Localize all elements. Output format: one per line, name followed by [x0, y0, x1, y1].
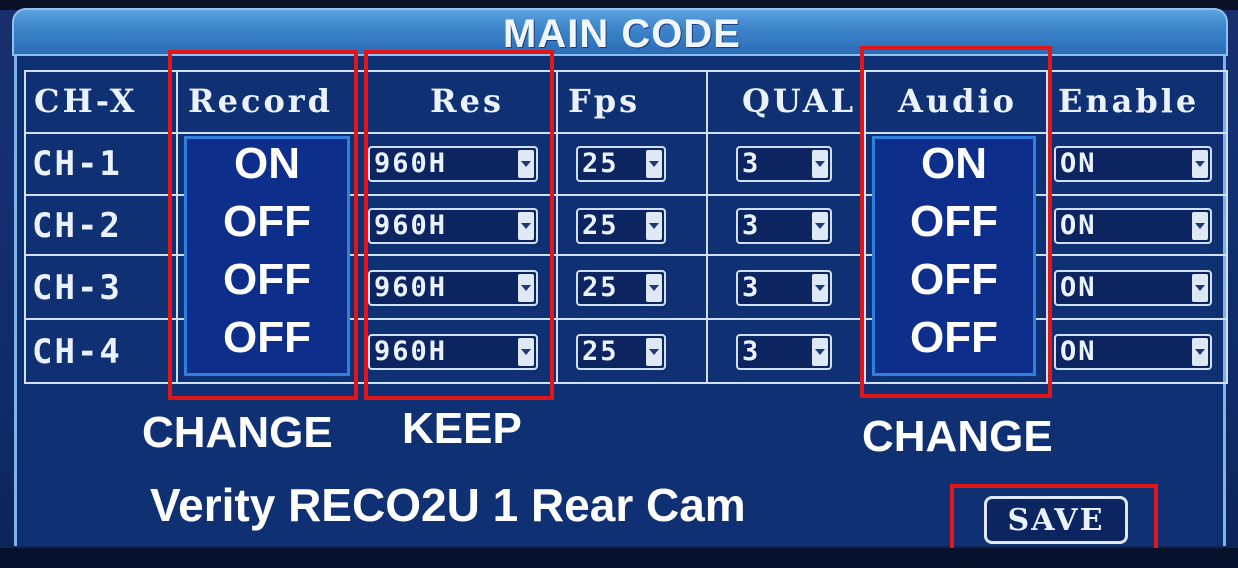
enable-dropdown[interactable]: ON [1054, 208, 1212, 244]
chevron-down-icon [646, 274, 662, 302]
qual-dropdown[interactable]: 3 [736, 208, 832, 244]
channel-label: CH-2 [32, 206, 122, 246]
save-button[interactable]: SAVE [984, 496, 1128, 544]
enable-dropdown[interactable]: ON [1054, 334, 1212, 370]
qual-value: 3 [742, 148, 761, 179]
grid-line [1226, 70, 1228, 384]
column-header-channel: CH-X [34, 82, 138, 120]
chevron-down-icon [812, 338, 828, 366]
chevron-down-icon [812, 150, 828, 178]
record-highlight-box [168, 50, 358, 400]
res-highlight-box [364, 50, 554, 400]
dvr-screen: MAIN CODE CH-X Record Res Fps QUAL Audio… [0, 0, 1238, 568]
chevron-down-icon [646, 150, 662, 178]
qual-dropdown[interactable]: 3 [736, 146, 832, 182]
fps-dropdown[interactable]: 25 [576, 334, 666, 370]
column-header-qual: QUAL [742, 82, 857, 120]
chevron-down-icon [1192, 150, 1208, 178]
fps-value: 25 [582, 272, 619, 303]
column-header-fps: Fps [568, 82, 641, 120]
enable-value: ON [1060, 272, 1097, 303]
enable-value: ON [1060, 336, 1097, 367]
channel-label: CH-4 [32, 332, 122, 372]
fps-dropdown[interactable]: 25 [576, 270, 666, 306]
monitor-bezel-bottom [0, 548, 1238, 568]
enable-value: ON [1060, 148, 1097, 179]
channel-label: CH-3 [32, 268, 122, 308]
audio-change-note: CHANGE [862, 412, 1053, 461]
chevron-down-icon [812, 274, 828, 302]
enable-dropdown[interactable]: ON [1054, 270, 1212, 306]
column-header-enable: Enable [1058, 82, 1200, 120]
fps-dropdown[interactable]: 25 [576, 146, 666, 182]
grid-line [556, 70, 558, 384]
chevron-down-icon [646, 212, 662, 240]
qual-dropdown[interactable]: 3 [736, 270, 832, 306]
footer-caption: Verity RECO2U 1 Rear Cam [150, 479, 746, 531]
channel-label: CH-1 [32, 144, 122, 184]
res-keep-note: KEEP [402, 404, 522, 453]
chevron-down-icon [812, 212, 828, 240]
grid-line [706, 70, 708, 384]
audio-highlight-box [860, 46, 1052, 398]
fps-dropdown[interactable]: 25 [576, 208, 666, 244]
qual-value: 3 [742, 272, 761, 303]
chevron-down-icon [1192, 338, 1208, 366]
fps-value: 25 [582, 336, 619, 367]
fps-value: 25 [582, 210, 619, 241]
grid-line [24, 70, 26, 384]
enable-value: ON [1060, 210, 1097, 241]
save-button-label: SAVE [1007, 503, 1105, 538]
qual-dropdown[interactable]: 3 [736, 334, 832, 370]
chevron-down-icon [1192, 212, 1208, 240]
record-change-note: CHANGE [142, 408, 333, 457]
enable-dropdown[interactable]: ON [1054, 146, 1212, 182]
chevron-down-icon [646, 338, 662, 366]
qual-value: 3 [742, 210, 761, 241]
chevron-down-icon [1192, 274, 1208, 302]
qual-value: 3 [742, 336, 761, 367]
fps-value: 25 [582, 148, 619, 179]
